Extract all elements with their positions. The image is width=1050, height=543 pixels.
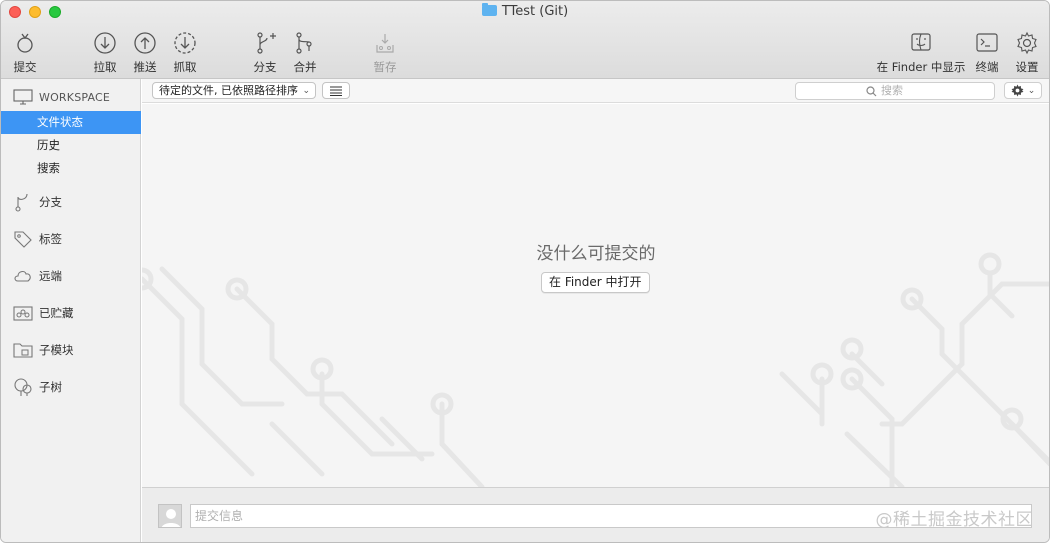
sidebar-group-stashes[interactable]: 已贮藏 [13, 303, 74, 323]
list-view-button[interactable] [322, 82, 350, 99]
submodule-folder-icon [13, 343, 33, 358]
sidebar-group-tags[interactable]: 标签 [13, 229, 62, 249]
options-menu-button[interactable]: ⌄ [1004, 82, 1042, 99]
branch-icon [257, 32, 276, 54]
gear-icon [1011, 84, 1024, 97]
sidebar-group-remotes[interactable]: 远端 [13, 266, 62, 286]
tag-icon [14, 231, 32, 248]
pull-button[interactable]: 拉取 [89, 31, 121, 75]
watermark: @稀土掘金技术社区 [875, 510, 1033, 530]
fetch-button[interactable]: 抓取 [169, 31, 201, 75]
chevron-down-icon: ⌄ [302, 86, 310, 96]
merge-label: 合并 [293, 60, 317, 74]
folder-icon [481, 3, 497, 16]
sidebar-group-label: 已贮藏 [39, 306, 74, 320]
toolbar: TTest (Git) 提交 拉取 推送 抓取 分支 合并 暂存 在 Finde… [1, 1, 1049, 79]
push-button[interactable]: 推送 [129, 31, 161, 75]
user-silhouette-icon [161, 509, 181, 527]
search-field[interactable]: 搜索 [795, 82, 995, 100]
sort-dropdown-value: 待定的文件, 已依照路径排序 [159, 84, 298, 97]
commit-button[interactable]: 提交 [9, 31, 41, 75]
sidebar-group-label: 子模块 [39, 343, 74, 357]
window-title: TTest (Git) [1, 3, 1049, 19]
stash-icon [13, 306, 33, 321]
branch-label: 分支 [253, 60, 277, 74]
settings-button[interactable]: 设置 [1011, 31, 1043, 75]
merge-icon [296, 32, 312, 54]
settings-label: 设置 [1015, 60, 1039, 74]
file-status-panel: 没什么可提交的 在 Finder 中打开 [142, 104, 1049, 487]
sidebar-group-label: 远端 [39, 269, 62, 283]
show-in-finder-label: 在 Finder 中显示 [876, 60, 966, 74]
commit-message-placeholder: 提交信息 [195, 509, 244, 523]
workspace-header-label: WORKSPACE [39, 90, 111, 104]
branch-icon [15, 193, 28, 212]
avatar [158, 504, 182, 528]
commit-icon [17, 33, 33, 53]
gear-icon [1017, 31, 1037, 55]
terminal-button[interactable]: 终端 [971, 31, 1003, 75]
sidebar: WORKSPACE 文件状态 历史 搜索 分支 标签 远端 已贮藏 子模块 子树 [1, 79, 141, 542]
merge-button[interactable]: 合并 [289, 31, 321, 75]
subtree-icon [14, 378, 32, 396]
empty-state-message: 没什么可提交的 [536, 244, 656, 264]
sidebar-item-file-status[interactable]: 文件状态 [1, 111, 141, 134]
terminal-label: 终端 [975, 60, 999, 74]
sidebar-group-label: 分支 [39, 195, 62, 209]
monitor-icon [13, 89, 33, 105]
pull-icon [94, 32, 116, 54]
commit-label: 提交 [13, 60, 37, 74]
sidebar-item-label: 文件状态 [37, 115, 83, 129]
push-icon [134, 32, 156, 54]
show-in-finder-button[interactable]: 在 Finder 中显示 [875, 31, 967, 75]
fetch-label: 抓取 [173, 60, 197, 74]
fetch-icon [174, 32, 196, 54]
sidebar-group-label: 子树 [39, 380, 62, 394]
sidebar-group-branches[interactable]: 分支 [13, 192, 62, 212]
stash-icon [376, 34, 394, 53]
sidebar-group-label: 标签 [39, 232, 62, 246]
search-icon [866, 85, 877, 96]
sidebar-group-submodules[interactable]: 子模块 [13, 340, 74, 360]
push-label: 推送 [133, 60, 157, 74]
filter-bar: 待定的文件, 已依照路径排序 ⌄ 搜索 ⌄ [142, 79, 1049, 103]
chevron-down-icon: ⌄ [1027, 85, 1036, 96]
circuit-background-pattern [142, 252, 1049, 487]
workspace-header[interactable]: WORKSPACE [13, 89, 110, 105]
sidebar-item-label: 搜索 [37, 161, 60, 175]
cloud-icon [14, 271, 31, 282]
stash-label: 暂存 [373, 60, 397, 74]
sort-dropdown[interactable]: 待定的文件, 已依照路径排序 ⌄ [152, 82, 316, 99]
pull-label: 拉取 [93, 60, 117, 74]
sidebar-item-history[interactable]: 历史 [1, 134, 141, 157]
app-window: TTest (Git) 提交 拉取 推送 抓取 分支 合并 暂存 在 Finde… [0, 0, 1050, 543]
sidebar-group-subtrees[interactable]: 子树 [13, 377, 62, 397]
window-title-text: TTest (Git) [501, 4, 569, 19]
branch-button[interactable]: 分支 [249, 31, 281, 75]
sidebar-item-search[interactable]: 搜索 [1, 157, 141, 180]
sidebar-item-label: 历史 [37, 138, 60, 152]
list-icon [330, 86, 342, 96]
search-placeholder: 搜索 [881, 84, 903, 97]
open-in-finder-button[interactable]: 在 Finder 中打开 [541, 272, 650, 293]
finder-icon [911, 33, 931, 51]
stash-button[interactable]: 暂存 [369, 31, 401, 75]
terminal-icon [976, 33, 998, 52]
